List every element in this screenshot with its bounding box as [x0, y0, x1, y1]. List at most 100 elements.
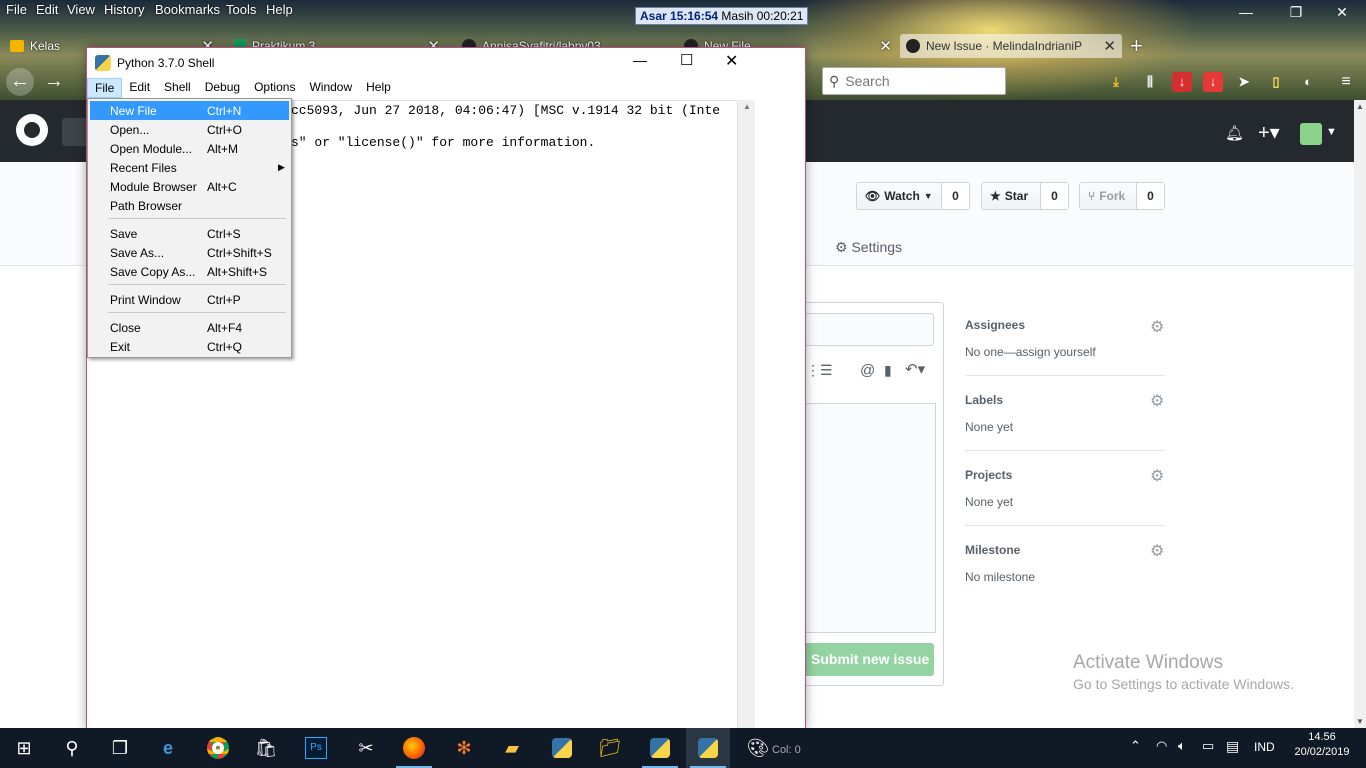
language-indicator[interactable]: IND	[1254, 740, 1275, 754]
chevron-up-icon[interactable]: ⌃	[1130, 738, 1141, 754]
projects-title[interactable]: Projects	[965, 468, 1012, 482]
download-icon[interactable]: ⤓	[1106, 72, 1126, 92]
idle-menu-window[interactable]: Window	[302, 78, 359, 98]
menu-item-recent-files[interactable]: Recent Files ▶	[90, 158, 289, 177]
issue-title-input[interactable]	[806, 313, 934, 346]
battery-icon[interactable]: ▭	[1202, 738, 1214, 754]
watch-button[interactable]: 👁︎ Watch ▼	[856, 182, 942, 210]
menu-item-print-window[interactable]: Print Window Ctrl+P	[90, 290, 289, 309]
bookmark-icon[interactable]: ▮	[884, 362, 892, 379]
assignees-value[interactable]: No one—assign yourself	[965, 345, 1096, 359]
idle-menu-shell[interactable]: Shell	[157, 78, 198, 98]
clock[interactable]: 14.56 20/02/2019	[1290, 731, 1354, 758]
search-icon[interactable]: ⚲	[50, 728, 94, 768]
page-scrollbar[interactable]: ▲ ▼	[1354, 100, 1366, 728]
sidebar-icon[interactable]: ▯	[1266, 72, 1286, 92]
tasklist-icon[interactable]: ⋮☰	[806, 362, 833, 379]
file-explorer-icon[interactable]: 📁︎	[588, 728, 632, 768]
star-count[interactable]: 0	[1041, 182, 1069, 210]
reply-icon[interactable]: ↶▾	[905, 360, 925, 378]
milestone-title[interactable]: Milestone	[965, 543, 1020, 557]
send-icon[interactable]: ➤	[1234, 72, 1254, 92]
library-icon[interactable]: ⫼	[1140, 72, 1160, 92]
browser-minimize-icon[interactable]: —	[1226, 4, 1266, 20]
gear-icon[interactable]: ⚙	[1150, 541, 1164, 561]
menu-item-new-file[interactable]: New File Ctrl+N	[90, 101, 289, 120]
github-search-input[interactable]	[62, 118, 86, 146]
idle-menu-help[interactable]: Help	[359, 78, 398, 98]
photoshop-icon[interactable]: Ps	[294, 728, 338, 768]
close-icon[interactable]: ✕	[1103, 37, 1116, 55]
idle-menu-options[interactable]: Options	[247, 78, 302, 98]
gear-icon[interactable]: ⚙	[1150, 466, 1164, 486]
idle-app-icon[interactable]	[638, 728, 682, 768]
idle-menu-file[interactable]: File	[87, 78, 123, 98]
python-icon[interactable]	[540, 728, 584, 768]
menu-item-save-as[interactable]: Save As... Ctrl+Shift+S	[90, 243, 289, 262]
bell-icon[interactable]: 🔔︎	[1225, 124, 1244, 142]
watch-count[interactable]: 0	[942, 182, 970, 210]
new-tab-button[interactable]: +	[1130, 33, 1154, 58]
browser-menu-help[interactable]: Help	[266, 2, 293, 17]
labels-title[interactable]: Labels	[965, 393, 1003, 407]
chevron-down-icon[interactable]: ▼	[1326, 126, 1337, 138]
hamburger-menu-icon[interactable]: ≡	[1336, 72, 1356, 92]
maximize-icon[interactable]: ☐	[680, 51, 693, 69]
fork-count[interactable]: 0	[1137, 182, 1165, 210]
action-center-icon[interactable]: ▤	[1226, 738, 1239, 755]
task-view-icon[interactable]: ❐	[98, 728, 142, 768]
tab-new-issue[interactable]: New Issue · MelindaIndrianiP ✕	[900, 34, 1122, 58]
close-icon[interactable]: ✕	[879, 37, 892, 55]
browser-menu-view[interactable]: View	[67, 2, 95, 17]
idle-menu-debug[interactable]: Debug	[198, 78, 247, 98]
browser-menu-history[interactable]: History	[104, 2, 144, 17]
plus-dropdown-icon[interactable]: +▾	[1258, 120, 1280, 145]
browser-menu-edit[interactable]: Edit	[36, 2, 58, 17]
menu-item-module-browser[interactable]: Module Browser Alt+C	[90, 177, 289, 196]
search-input[interactable]: ⚲ Search	[822, 67, 1006, 95]
xampp-icon[interactable]: ✻	[442, 728, 486, 768]
forward-icon[interactable]: →	[40, 68, 68, 96]
browser-menu-tools[interactable]: Tools	[226, 2, 256, 17]
fork-button[interactable]: ⑂ Fork	[1079, 182, 1137, 210]
menu-item-close[interactable]: Close Alt+F4	[90, 318, 289, 337]
store-icon[interactable]: 🛍︎	[244, 728, 288, 768]
idle-titlebar[interactable]: Python 3.7.0 Shell — ☐ ✕	[87, 48, 805, 78]
issue-body-textarea[interactable]	[806, 403, 936, 633]
sublime-icon[interactable]: ▰	[490, 728, 534, 768]
browser-menu-bookmarks[interactable]: Bookmarks	[155, 2, 220, 17]
wifi-icon[interactable]: ◠	[1156, 738, 1167, 754]
gear-icon[interactable]: ⚙	[1150, 317, 1164, 337]
menu-item-save[interactable]: Save Ctrl+S	[90, 224, 289, 243]
minimize-icon[interactable]: —	[633, 52, 647, 68]
idle-shell-app-icon[interactable]	[686, 728, 730, 768]
idm-download-icon[interactable]: ↓	[1203, 72, 1223, 92]
extension-icon[interactable]: ◐	[1298, 72, 1318, 92]
mention-icon[interactable]: @	[860, 362, 875, 379]
volume-icon[interactable]: 🔈︎	[1178, 738, 1186, 754]
chrome-icon[interactable]	[196, 728, 240, 768]
avatar[interactable]	[1300, 123, 1322, 145]
idm-icon[interactable]: ↓	[1172, 72, 1192, 92]
menu-item-path-browser[interactable]: Path Browser	[90, 196, 289, 215]
browser-restore-icon[interactable]: ❐	[1276, 4, 1316, 21]
browser-menu-file[interactable]: File	[6, 2, 27, 17]
github-logo-icon[interactable]	[16, 114, 48, 146]
menu-item-open-module[interactable]: Open Module... Alt+M	[90, 139, 289, 158]
close-icon[interactable]: ✕	[725, 51, 738, 71]
idle-menu-edit[interactable]: Edit	[122, 78, 157, 98]
submit-issue-button[interactable]: Submit new issue	[806, 643, 934, 676]
browser-close-icon[interactable]: ✕	[1322, 4, 1362, 21]
firefox-icon[interactable]	[392, 728, 436, 768]
shell-scrollbar[interactable]: ▲	[737, 100, 755, 730]
gear-icon[interactable]: ⚙	[1150, 391, 1164, 411]
settings-tab[interactable]: ⚙ Settings	[835, 239, 902, 256]
back-icon[interactable]: ←	[6, 68, 34, 96]
paint-icon[interactable]: ✂	[344, 728, 388, 768]
menu-item-open[interactable]: Open... Ctrl+O	[90, 120, 289, 139]
menu-item-save-copy-as[interactable]: Save Copy As... Alt+Shift+S	[90, 262, 289, 281]
star-button[interactable]: ★ Star	[981, 182, 1041, 210]
windows-start-icon[interactable]: ⊞	[2, 728, 46, 768]
menu-item-exit[interactable]: Exit Ctrl+Q	[90, 337, 289, 356]
edge-icon[interactable]: e	[146, 728, 190, 768]
